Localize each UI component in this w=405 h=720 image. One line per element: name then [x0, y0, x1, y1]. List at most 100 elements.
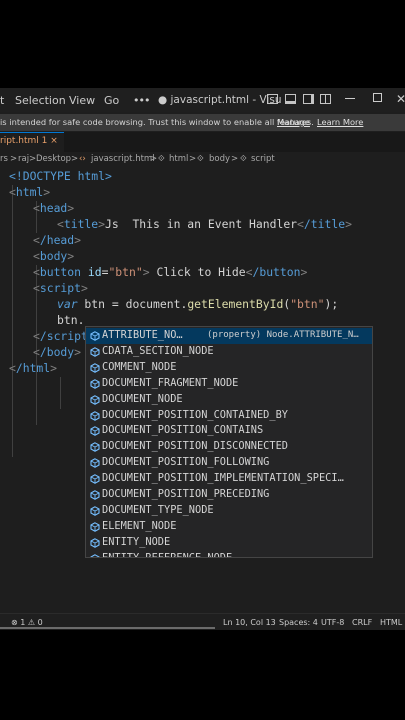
string-arg: "btn" — [290, 297, 325, 311]
suggestion-item[interactable]: DOCUMENT_POSITION_CONTAINS — [86, 423, 372, 439]
breadcrumb-sep: > — [71, 154, 79, 164]
breadcrumb-sep: > — [231, 154, 239, 164]
code-line-1: <!DOCTYPE html> — [9, 168, 112, 184]
suggestion-item[interactable]: DOCUMENT_POSITION_IMPLEMENTATION_SPECI… — [86, 471, 372, 487]
suggestion-label: DOCUMENT_NODE — [102, 392, 183, 405]
suggestion-item[interactable]: DOCUMENT_NODE — [86, 392, 372, 408]
learn-more-link[interactable]: Learn More — [317, 117, 363, 127]
element-icon: ⟐ — [158, 154, 165, 164]
suggestion-label: ELEMENT_NODE — [102, 519, 177, 532]
suggestion-item[interactable]: ELEMENT_NODE — [86, 519, 372, 535]
toggle-panel-icon[interactable] — [285, 94, 296, 104]
menu-more-icon[interactable]: ••• — [133, 94, 150, 107]
indentation[interactable]: Spaces: 4 — [279, 618, 318, 627]
property-icon — [90, 537, 100, 548]
encoding[interactable]: UTF-8 — [321, 618, 344, 627]
property-icon — [90, 474, 100, 484]
suggestion-label: CDATA_SECTION_NODE — [102, 344, 214, 357]
property-icon — [90, 347, 100, 357]
restricted-mode-banner: is intended for safe code browsing. Trus… — [0, 114, 405, 131]
cursor-position[interactable]: Ln 10, Col 13 — [223, 618, 276, 627]
suggestion-item[interactable]: DOCUMENT_POSITION_PRECEDING — [86, 487, 372, 503]
breadcrumb-script[interactable]: script — [251, 154, 275, 164]
code-line-4: <title>Js This in an Event Handler</titl… — [57, 217, 352, 231]
suggestion-label: ATTRIBUTE_NO… — [102, 329, 183, 341]
banner-text: is intended for safe code browsing. Trus… — [0, 117, 314, 127]
property-icon — [90, 426, 100, 437]
tag-body: body — [39, 249, 68, 263]
tab-javascript-html[interactable]: ript.html 1 × — [0, 132, 64, 152]
suggestion-item[interactable]: ATTRIBUTE_NO… (property) Node.ATTRIBUTE_N… — [86, 328, 372, 344]
suggestion-detail: (property) Node.ATTRIBUTE_N… — [207, 330, 359, 340]
code-line-2: <html> — [9, 185, 51, 199]
suggestion-item[interactable]: DOCUMENT_POSITION_FOLLOWING — [86, 455, 372, 471]
breadcrumb-desktop[interactable]: Desktop — [36, 154, 71, 164]
suggestion-item[interactable]: COMMENT_NODE — [86, 360, 372, 376]
eol[interactable]: CRLF — [352, 618, 372, 627]
suggestion-item[interactable]: ENTITY_NODE — [86, 535, 372, 551]
breadcrumb-body[interactable]: body — [209, 154, 230, 164]
suggestion-item[interactable]: DOCUMENT_FRAGMENT_NODE — [86, 376, 372, 392]
tag-title: title — [63, 217, 99, 231]
property-icon — [90, 410, 100, 421]
code-line-3: <head> — [33, 201, 75, 215]
tag-script: script — [39, 281, 82, 295]
menu-item-view[interactable]: View — [69, 94, 95, 107]
manage-link[interactable]: Manage — [277, 117, 310, 127]
property-icon — [90, 506, 100, 516]
tag-button: button — [39, 265, 82, 279]
code-line-12: </body> — [33, 345, 82, 359]
property-icon — [90, 553, 100, 557]
autocomplete-popup[interactable]: ATTRIBUTE_NO… (property) Node.ATTRIBUTE_N… — [85, 326, 373, 558]
suggestion-label: DOCUMENT_POSITION_PRECEDING — [102, 488, 270, 500]
breadcrumb-file[interactable]: javascript.html — [91, 154, 155, 164]
suggestion-item[interactable]: DOCUMENT_POSITION_DISCONNECTED — [86, 439, 372, 455]
suggestion-item[interactable]: ENTITY_REFERENCE_NODE — [86, 551, 372, 557]
tag-head: head — [39, 201, 68, 215]
window-title: ● javascript.html - Visu — [158, 94, 282, 106]
menu-item-selection[interactable]: Selection — [15, 94, 66, 107]
attr-value: "btn" — [108, 265, 143, 279]
attr-id: id — [87, 265, 102, 279]
suggestion-item[interactable]: DOCUMENT_TYPE_NODE — [86, 503, 372, 519]
toggle-secondary-sidebar-icon[interactable] — [303, 94, 314, 104]
breadcrumb-raj[interactable]: raj — [18, 154, 29, 164]
suggestion-label: DOCUMENT_FRAGMENT_NODE — [102, 376, 239, 389]
suggestion-label: DOCUMENT_POSITION_CONTAINS — [102, 424, 264, 437]
suggestion-item[interactable]: DOCUMENT_POSITION_CONTAINED_BY — [86, 408, 372, 424]
tag-script-close: /script — [39, 329, 88, 343]
suggestion-item[interactable]: CDATA_SECTION_NODE — [86, 344, 372, 360]
code-line-7: <button id="btn"> Click to Hide</button> — [33, 265, 308, 279]
customize-layout-icon[interactable] — [320, 94, 331, 104]
element-icon: ⟐ — [197, 154, 204, 164]
tab-bar: ript.html 1 × — [0, 132, 405, 152]
doctype: <!DOCTYPE html> — [9, 169, 112, 183]
code-line-10: btn. — [57, 312, 84, 328]
code-line-13: </html> — [9, 361, 58, 375]
breadcrumb-sep: > — [189, 154, 197, 164]
maximize-icon[interactable] — [373, 93, 382, 102]
menu-item-go[interactable]: Go — [104, 94, 119, 107]
button-text: Click to Hide — [149, 265, 246, 279]
close-window-icon[interactable]: ✕ — [396, 92, 405, 106]
problems-indicator[interactable]: ⊗ 1 ⚠ 0 — [11, 618, 43, 627]
minimize-icon[interactable] — [345, 98, 355, 99]
menu-item-selection-partial[interactable]: t — [0, 94, 4, 107]
breadcrumb-sep: > — [10, 154, 18, 164]
suggestion-label: DOCUMENT_POSITION_FOLLOWING — [102, 456, 270, 469]
html5-file-icon: ‹› — [79, 154, 86, 164]
toggle-sidebar-icon[interactable] — [267, 94, 278, 104]
code-text: btn. — [57, 313, 85, 327]
menu-bar: t Selection View Go ••• ● javascript.htm… — [0, 88, 405, 112]
property-icon — [90, 394, 100, 405]
tab-label: ript.html 1 × — [0, 136, 58, 146]
tag-head-close: /head — [39, 233, 75, 247]
breadcrumb-html[interactable]: html — [169, 154, 188, 164]
breadcrumb-users[interactable]: rs — [0, 154, 8, 164]
keyword-var: var — [57, 297, 78, 311]
suggestion-label: DOCUMENT_POSITION_IMPLEMENTATION_SPECI… — [102, 472, 344, 485]
language-mode[interactable]: HTML — [380, 618, 402, 627]
property-icon — [90, 442, 100, 453]
tag-title-close: /title — [303, 217, 346, 231]
indent-guide — [60, 377, 61, 409]
